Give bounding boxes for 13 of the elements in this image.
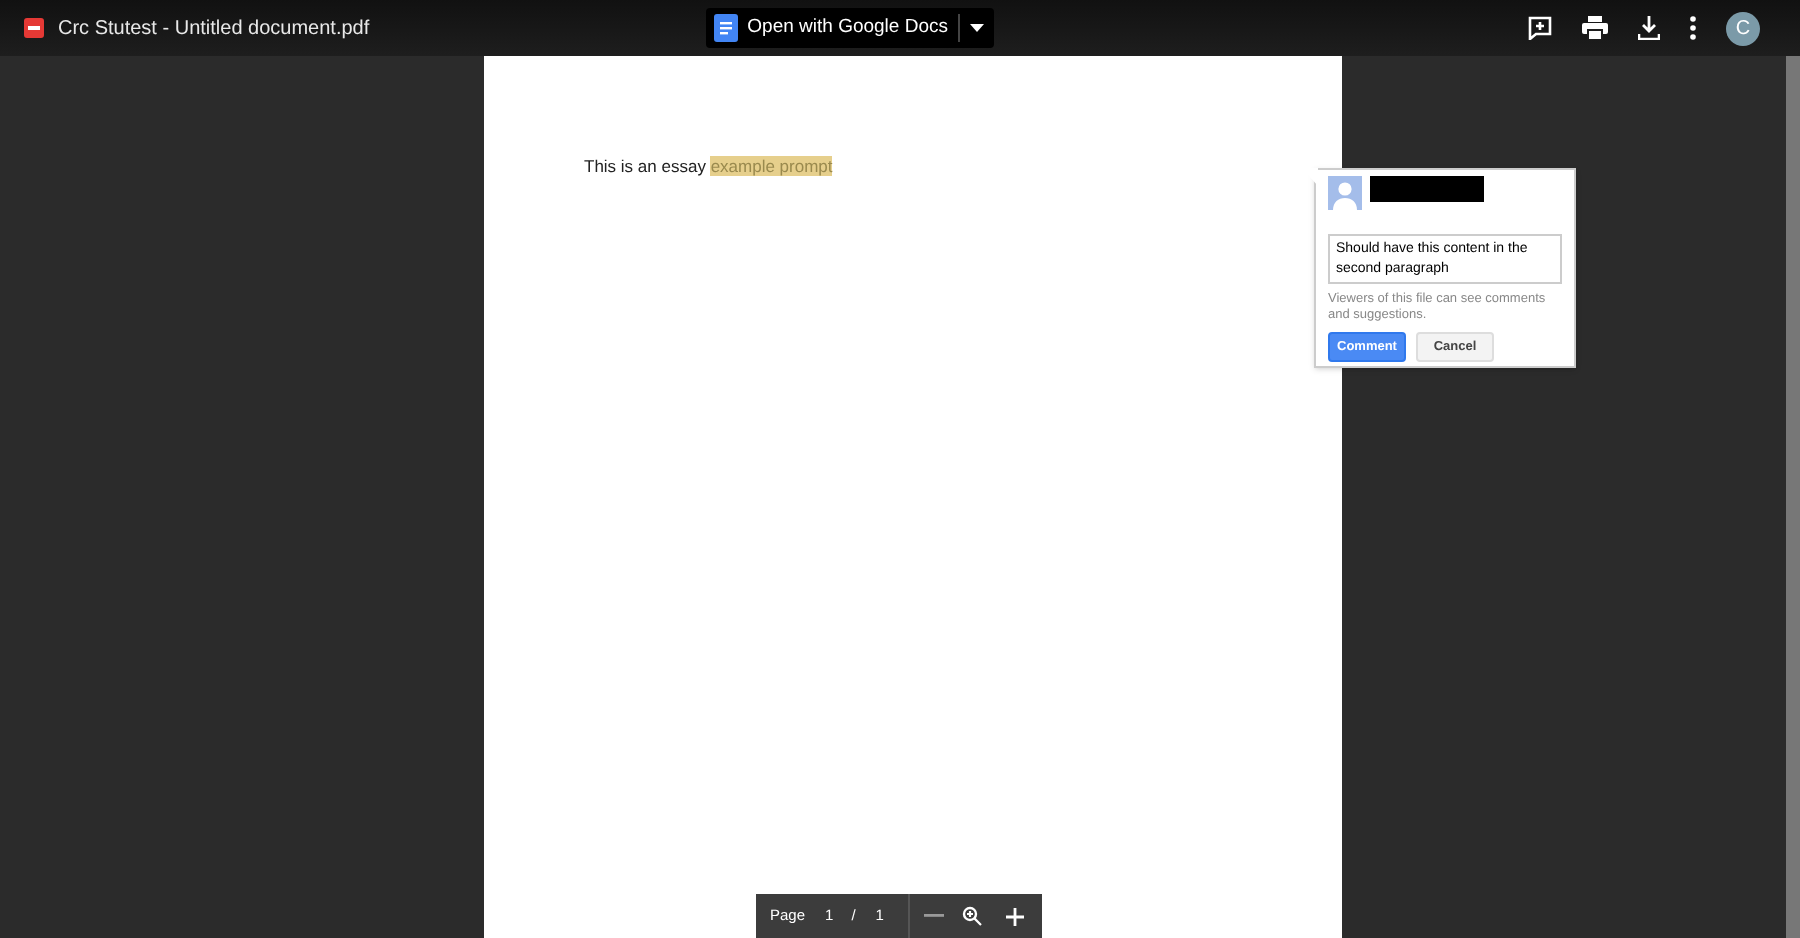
caret-icon	[970, 24, 984, 32]
scrollbar[interactable]	[1786, 56, 1800, 938]
zoom-in-icon[interactable]	[1005, 907, 1024, 925]
print-icon[interactable]	[1582, 16, 1608, 40]
zoom-icon[interactable]	[961, 906, 982, 926]
more-options-icon[interactable]	[1690, 16, 1696, 40]
download-icon[interactable]	[1638, 16, 1660, 40]
user-avatar-icon	[1328, 176, 1362, 210]
pdf-file-icon	[24, 18, 44, 38]
add-comment-icon[interactable]	[1528, 16, 1552, 40]
docs-icon	[713, 14, 738, 42]
document-title: Crc Stutest - Untitled document.pdf	[58, 15, 370, 43]
redaction-block	[1370, 176, 1484, 202]
